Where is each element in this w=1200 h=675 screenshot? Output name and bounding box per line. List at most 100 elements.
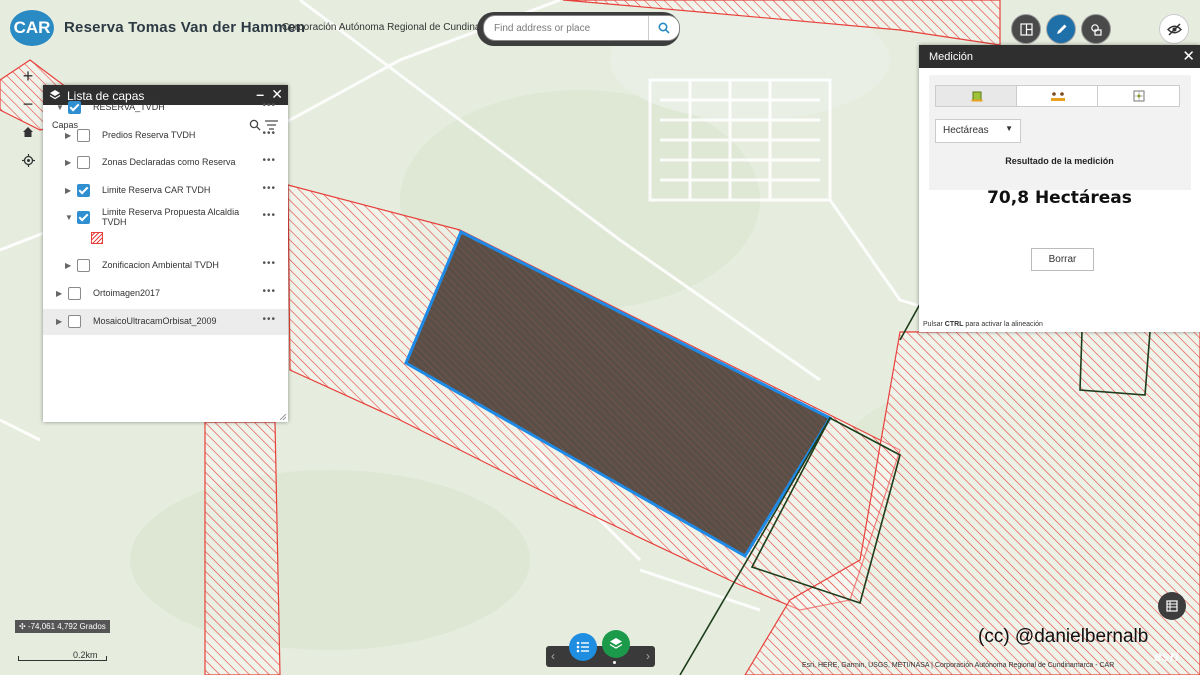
more-options-icon[interactable]: ••• [262, 258, 276, 269]
search-box [483, 15, 680, 41]
layer-row[interactable]: ▶ Zonas Declaradas como Reserva ••• [43, 150, 288, 176]
zoom-out-button[interactable]: − [16, 92, 40, 116]
layout-button[interactable] [1011, 14, 1041, 44]
layer-row[interactable]: ▶ Ortoimagen2017 ••• [43, 281, 288, 307]
clear-button[interactable]: Borrar [1031, 248, 1094, 271]
area-tool-icon [971, 91, 982, 102]
caret-right-icon[interactable]: ▶ [56, 317, 62, 326]
measure-button[interactable] [1046, 14, 1076, 44]
home-icon [23, 127, 33, 137]
home-button[interactable] [16, 120, 40, 144]
pencil-icon [1056, 24, 1066, 34]
layer-checkbox[interactable] [77, 259, 90, 272]
caret-right-icon[interactable]: ▶ [65, 158, 71, 167]
author-credit: (cc) @danielbernalb [978, 626, 1149, 647]
layer-checkbox[interactable] [77, 211, 90, 224]
caret-down-icon[interactable]: ▼ [65, 213, 73, 222]
locate-icon [21, 153, 35, 167]
layer-label: Predios Reserva TVDH [102, 130, 196, 140]
map-attribution: Esri, HERE, Garmin, USGS, METI/NASA | Co… [802, 662, 1115, 669]
more-options-icon[interactable]: ••• [262, 210, 276, 221]
location-tool-button[interactable] [1097, 85, 1180, 107]
layer-label: RESERVA_TVDH [93, 102, 165, 112]
caret-right-icon[interactable]: ▶ [65, 186, 71, 195]
active-indicator-dot [613, 661, 616, 664]
hint-key: CTRL [944, 321, 964, 328]
chevron-down-icon: ▼ [1005, 124, 1013, 133]
unit-select-value: Hectáreas [943, 125, 989, 136]
layer-label: MosaicoUltracamOrbisat_2009 [93, 316, 217, 326]
app-title: Reserva Tomas Van der Hammen [64, 19, 306, 36]
zoom-in-button[interactable]: + [16, 64, 40, 88]
visibility-toggle-button[interactable] [1159, 14, 1189, 44]
scale-label: 0.2km [73, 650, 98, 660]
result-label: Resultado de la medición [1005, 156, 1114, 166]
area-tool-button[interactable] [935, 85, 1018, 107]
search-icon [658, 22, 670, 34]
widget-controller: ‹ › [546, 646, 655, 667]
layer-checkbox[interactable] [68, 315, 81, 328]
layer-checkbox[interactable] [77, 184, 90, 197]
layer-checkbox[interactable] [77, 129, 90, 142]
attribute-table-button[interactable] [1158, 592, 1186, 620]
measure-title: Medición [929, 51, 974, 63]
caret-down-icon[interactable]: ▼ [56, 103, 64, 112]
eye-slash-icon [1166, 22, 1182, 36]
locate-button[interactable] [16, 148, 40, 172]
plus-icon: + [22, 65, 34, 86]
layer-checkbox[interactable] [68, 287, 81, 300]
layer-checkbox[interactable] [68, 101, 81, 114]
layer-row[interactable]: ▶ Predios Reserva TVDH ••• [43, 123, 288, 149]
layer-checkbox[interactable] [77, 156, 90, 169]
car-logo[interactable]: CAR [10, 10, 54, 46]
more-options-icon[interactable]: ••• [262, 128, 276, 139]
layer-label: Zonificacion Ambiental TVDH [102, 260, 219, 270]
app-header: CAR Reserva Tomas Van der Hammen Corpora… [0, 0, 680, 58]
layer-row[interactable]: ▼ RESERVA_TVDH ••• [43, 95, 288, 121]
layer-row[interactable]: ▼ Limite Reserva Propuesta Alcaldia TVDH •… [43, 205, 288, 249]
more-options-icon[interactable]: ••• [262, 100, 276, 111]
more-options-icon[interactable]: ••• [262, 314, 276, 325]
layer-list-panel: Lista de capas – ✕ Capas ▼ RESERVA_TVDH ••… [43, 85, 288, 422]
legend-swatch [91, 232, 103, 244]
layer-row[interactable]: ▶ Zonificacion Ambiental TVDH ••• [43, 253, 288, 279]
close-icon[interactable]: ✕ [1182, 47, 1195, 65]
layer-label: Ortoimagen2017 [93, 288, 161, 298]
legend-button[interactable] [569, 633, 597, 661]
analysis-icon [1090, 23, 1102, 36]
layout-icon [1019, 22, 1033, 36]
caret-right-icon[interactable]: ▶ [65, 131, 71, 140]
measure-toolbar: Hectáreas ▼ [929, 75, 1191, 190]
layer-label: Limite Reserva CAR TVDH [102, 185, 211, 195]
resize-handle-icon[interactable] [280, 414, 286, 420]
layer-row[interactable]: ▶ MosaicoUltracamOrbisat_2009 ••• [43, 309, 288, 335]
search-input[interactable] [484, 16, 664, 40]
coordinate-value: -74,061 4,792 Grados [27, 622, 106, 631]
table-icon [1166, 600, 1178, 612]
chevron-right-icon[interactable]: › [646, 649, 650, 663]
more-options-icon[interactable]: ••• [262, 286, 276, 297]
chevron-left-icon[interactable]: ‹ [551, 649, 555, 663]
caret-right-icon[interactable]: ▶ [56, 289, 62, 298]
measurement-panel: Medición ✕ Hectáreas ▼ Resultado de la m… [919, 45, 1200, 332]
measure-header: Medición ✕ [919, 45, 1200, 68]
more-options-icon[interactable]: ••• [262, 155, 276, 166]
layer-label: Limite Reserva Propuesta Alcaldia TVDH [102, 207, 240, 227]
search-button[interactable] [648, 16, 679, 40]
distance-tool-button[interactable] [1016, 85, 1099, 107]
unit-select[interactable]: Hectáreas ▼ [935, 119, 1021, 143]
app-subtitle: Corporación Autónoma Regional de Cundina… [282, 22, 509, 33]
layer-list-button[interactable] [602, 630, 630, 658]
more-options-icon[interactable]: ••• [262, 183, 276, 194]
layer-row[interactable]: ▶ Limite Reserva CAR TVDH ••• [43, 178, 288, 204]
legend-icon [576, 641, 589, 653]
location-tool-icon [1133, 90, 1144, 102]
coordinate-display[interactable]: ✣ -74,061 4,792 Grados [15, 620, 110, 633]
hint-suffix: para activar la alineación [965, 321, 1043, 328]
esri-logo: esri [1154, 648, 1179, 664]
crosshair-icon: ✣ [19, 622, 26, 631]
caret-right-icon[interactable]: ▶ [65, 261, 71, 270]
hint-prefix: Pulsar [923, 321, 943, 328]
result-value: 70,8 Hectáreas [987, 188, 1132, 208]
analysis-button[interactable] [1081, 14, 1111, 44]
